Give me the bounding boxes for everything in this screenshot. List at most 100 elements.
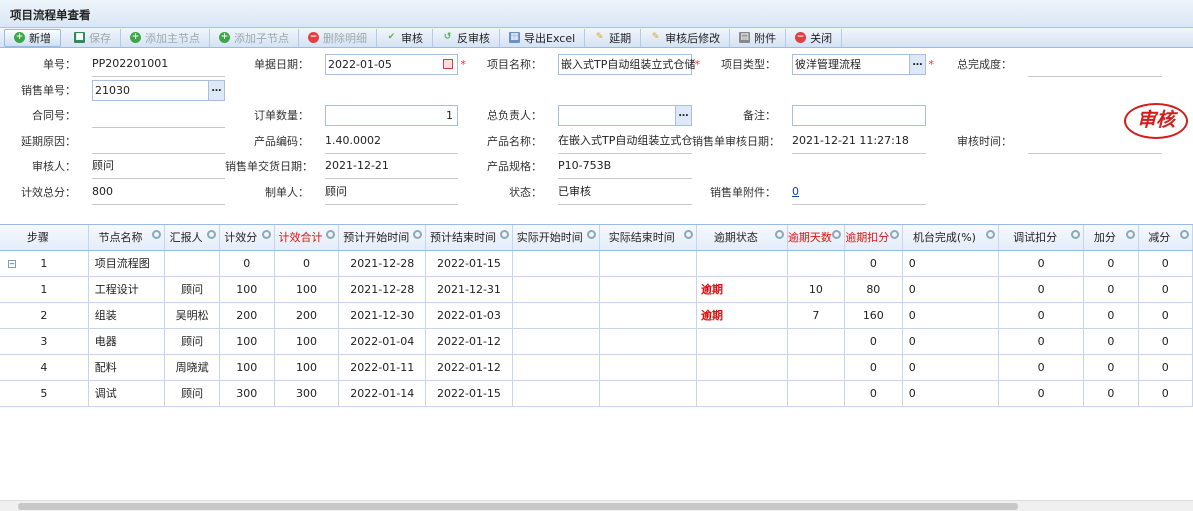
search-icon[interactable] xyxy=(586,230,596,239)
column-header[interactable]: 节点名称 xyxy=(88,225,166,251)
toolbar-button-4[interactable]: − 删除明细 xyxy=(299,28,377,47)
table-cell xyxy=(696,328,788,355)
field-0-2[interactable]: 嵌入式TP自动组装立式仓储 * xyxy=(558,54,700,75)
column-header[interactable]: 计效分 xyxy=(219,225,275,251)
search-icon[interactable] xyxy=(261,230,271,239)
table-row[interactable]: 1 工程设计 顾问 100 100 2021-12-28 2021-12-31 逾期 10 80 0… xyxy=(0,276,1193,303)
table-cell xyxy=(787,380,845,407)
lookup-button[interactable]: … xyxy=(208,80,224,100)
search-icon[interactable] xyxy=(774,230,784,239)
table-cell: 0 xyxy=(1138,328,1193,355)
field-0-1[interactable]: 2022-01-05 * xyxy=(325,54,466,75)
column-header-label: 计效分 xyxy=(224,231,258,245)
toolbar-button-label: 保存 xyxy=(89,31,111,45)
table-cell xyxy=(787,328,845,355)
search-icon[interactable] xyxy=(889,230,899,239)
column-header[interactable]: 加分 xyxy=(1083,225,1139,251)
toolbar-button-2[interactable]: + 添加主节点 xyxy=(121,28,210,47)
toolbar-button-label: 新增 xyxy=(29,31,51,45)
table-cell xyxy=(787,354,845,381)
column-header[interactable]: 逾期扣分 xyxy=(844,225,903,251)
field-value: PP202201001 xyxy=(92,57,169,70)
column-header[interactable]: 调试扣分 xyxy=(998,225,1085,251)
search-icon[interactable] xyxy=(326,230,336,239)
field-2-3[interactable] xyxy=(792,105,926,126)
field-value[interactable]: 0 xyxy=(792,185,799,198)
search-icon[interactable] xyxy=(152,230,162,239)
lookup-button[interactable]: … xyxy=(675,106,691,125)
column-header[interactable]: 实际结束时间 xyxy=(599,225,697,251)
column-header-label: 步骤 xyxy=(26,231,49,245)
table-cell: 1− xyxy=(0,250,89,277)
search-icon[interactable] xyxy=(413,230,423,239)
field-0-3[interactable]: 彼洋管理流程 … * xyxy=(792,54,934,75)
search-icon[interactable] xyxy=(1071,230,1081,239)
field-value: 彼洋管理流程 xyxy=(795,58,861,71)
column-header[interactable]: 实际开始时间 xyxy=(512,225,600,251)
table-cell: 200 xyxy=(219,302,275,329)
column-header[interactable]: 逾期状态 xyxy=(696,225,788,251)
toolbar-button-10[interactable]: ▤ 附件 xyxy=(730,28,787,47)
table-cell: 0 xyxy=(844,250,903,277)
table-row[interactable]: 2 组装 吴明松 200 200 2021-12-30 2022-01-03 逾期 7 160 0 0… xyxy=(0,302,1193,329)
search-icon[interactable] xyxy=(1125,230,1135,239)
toolbar-button-8[interactable]: ✎ 延期 xyxy=(585,28,642,47)
field-0-0: PP202201001 xyxy=(92,54,225,77)
scrollbar-thumb[interactable] xyxy=(18,503,1018,510)
table-cell: 顾问 xyxy=(164,380,220,407)
search-icon[interactable] xyxy=(206,230,216,239)
field-1-0[interactable]: 21030… xyxy=(92,79,225,101)
table-row[interactable]: 5 调试 顾问 300 300 2022-01-14 2022-01-15 0 0 0 0 0 xyxy=(0,380,1193,407)
table-row[interactable]: 4 配料 周晓斌 100 100 2022-01-11 2022-01-12 0 0 0 0 0 xyxy=(0,354,1193,381)
column-header[interactable]: 减分 xyxy=(1138,225,1193,251)
lookup-button[interactable]: … xyxy=(909,55,925,74)
undo-icon: ↺ xyxy=(443,32,452,42)
field-2-2[interactable]: … xyxy=(558,105,692,126)
table-cell: 100 xyxy=(219,328,275,355)
search-icon[interactable] xyxy=(831,230,841,239)
toolbar-button-9[interactable]: ✎ 审核后修改 xyxy=(641,28,731,47)
table-cell: 160 xyxy=(844,302,903,329)
column-header[interactable]: 机台完成(%) xyxy=(902,225,1000,251)
table-cell: 5 xyxy=(0,380,89,407)
column-header[interactable]: 逾期天数 xyxy=(787,225,845,251)
table-cell xyxy=(512,380,600,407)
field-value: 顾问 xyxy=(325,184,347,198)
search-icon[interactable] xyxy=(499,230,509,239)
table-cell xyxy=(599,328,697,355)
field-label: 销售单审核日期： xyxy=(692,134,780,148)
toolbar-button-0[interactable]: + 新增 xyxy=(4,28,61,47)
field-2-1[interactable]: 1 xyxy=(325,105,458,126)
close-icon: − xyxy=(795,32,807,43)
table-row[interactable]: 1− 项目流程图 0 0 2021-12-28 2022-01-15 0 0 0 0 0 xyxy=(0,250,1193,277)
toolbar-button-11[interactable]: − 关闭 xyxy=(786,28,843,47)
collapse-icon[interactable]: − xyxy=(8,259,16,268)
search-icon[interactable] xyxy=(683,230,693,239)
column-header[interactable]: 汇报人 xyxy=(164,225,220,251)
toolbar-button-label: 添加主节点 xyxy=(145,31,200,45)
empty-cell xyxy=(926,156,1028,182)
table-cell: 2021-12-30 xyxy=(338,302,427,329)
required-asterisk: * xyxy=(694,58,701,71)
search-icon[interactable] xyxy=(1180,230,1189,239)
toolbar-button-3[interactable]: + 添加子节点 xyxy=(210,28,299,47)
toolbar-button-7[interactable]: ▦ 导出Excel xyxy=(500,28,586,47)
horizontal-scrollbar[interactable] xyxy=(0,500,1193,511)
table-row[interactable]: 3 电器 顾问 100 100 2022-01-04 2022-01-12 0 0 0 0 0 xyxy=(0,328,1193,355)
toolbar-button-5[interactable]: ✔ 审核 xyxy=(377,28,433,47)
table-cell: 0 xyxy=(1083,328,1139,355)
column-header[interactable]: 计效合计 xyxy=(274,225,340,251)
toolbar-button-1[interactable]: ■ 保存 xyxy=(65,28,121,47)
field-5-1: 顾问 xyxy=(325,182,458,205)
column-header-label: 加分 xyxy=(1093,231,1116,245)
toolbar-button-6[interactable]: ↺ 反审核 xyxy=(433,28,500,47)
field-value: 已审核 xyxy=(558,184,591,198)
column-header[interactable]: 预计结束时间 xyxy=(425,225,513,251)
table-cell: 0 xyxy=(998,250,1085,277)
table-cell: 0 xyxy=(902,250,1000,277)
column-header[interactable]: 步骤 xyxy=(0,225,89,251)
calendar-icon[interactable] xyxy=(443,59,453,69)
column-header[interactable]: 预计开始时间 xyxy=(338,225,427,251)
table-cell: 逾期 xyxy=(696,276,788,303)
search-icon[interactable] xyxy=(986,230,996,239)
